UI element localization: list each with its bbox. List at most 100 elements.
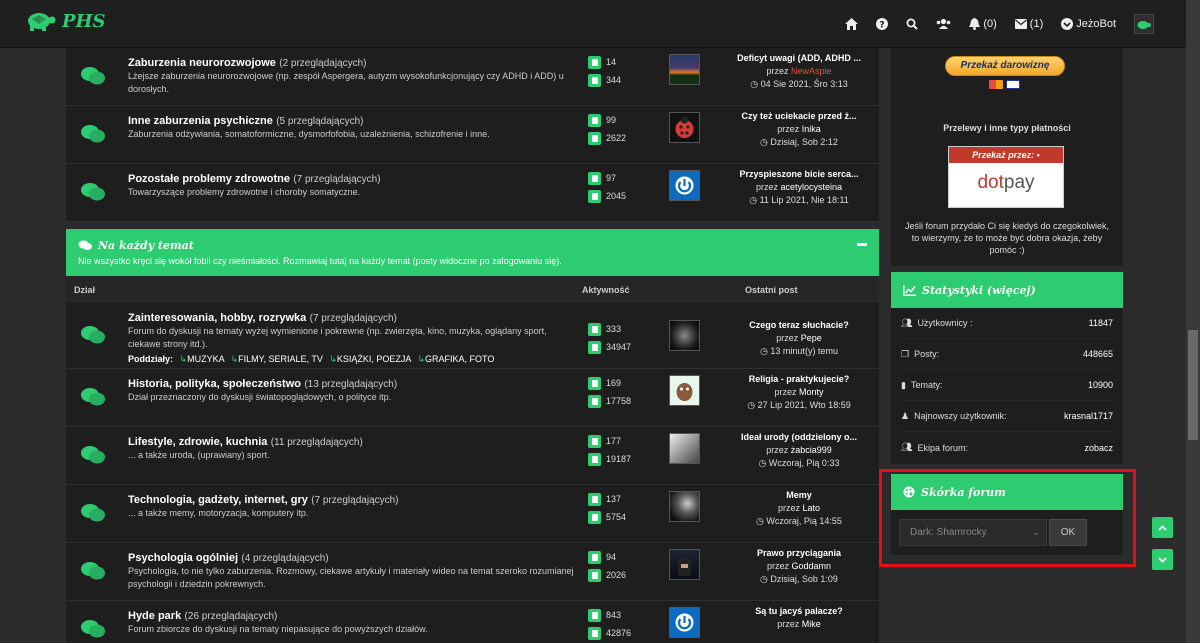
by-label: przez	[766, 445, 789, 455]
by-label: przez	[766, 66, 789, 76]
last-post-author[interactable]: Mike	[802, 619, 821, 629]
last-post-avatar[interactable]	[669, 112, 700, 143]
forum-title[interactable]: Historia, polityka, społeczeństwo	[128, 378, 301, 390]
team-link[interactable]: zobacz	[1084, 443, 1113, 453]
site-logo[interactable]: PHS	[26, 10, 106, 32]
forum-row[interactable]: Inne zaburzenia psychiczne (5 przeglądaj…	[66, 106, 879, 164]
forum-row[interactable]: Historia, polityka, społeczeństwo (13 pr…	[66, 369, 879, 427]
forum-bubbles-icon	[81, 446, 105, 464]
user-plus-icon: ♟	[901, 410, 910, 421]
forum-viewers: (11 przeglądających)	[270, 437, 363, 448]
avatar[interactable]	[1134, 14, 1154, 34]
forum-bubbles-icon	[81, 388, 105, 406]
last-post-avatar[interactable]	[669, 320, 700, 351]
last-post-title[interactable]: Przyspieszone bicie serca...	[708, 168, 890, 181]
last-post-title[interactable]: Są tu jacyś palacze?	[708, 605, 890, 618]
last-post-title[interactable]: Czy też uciekacie przed ż...	[708, 110, 890, 123]
last-post-avatar[interactable]	[669, 170, 700, 201]
envelope-icon	[1014, 19, 1027, 29]
notifications-count: (0)	[983, 18, 997, 30]
forum-row[interactable]: Psychologia ogólniej (4 przeglądających)…	[66, 543, 879, 601]
notifications-link[interactable]: (0)	[969, 18, 997, 30]
subforum-link[interactable]: ↳FILMY, SERIALE, TV	[231, 354, 323, 364]
forum-title[interactable]: Technologia, gadżety, internet, gry	[128, 494, 308, 506]
last-post-title[interactable]: Ideał urody (oddzielony o...	[708, 431, 890, 444]
forum-desc: Forum zbiorcze do dyskusji na tematy nie…	[128, 624, 428, 634]
ladybug-avatar-icon	[675, 116, 694, 138]
subforum-link[interactable]: ↳GRAFIKA, FOTO	[417, 354, 494, 364]
last-post-author[interactable]: Goddamn	[792, 561, 832, 571]
members-link[interactable]	[936, 18, 951, 30]
subforum-link[interactable]: ↳KSIĄŻKI, POEZJA	[329, 354, 411, 364]
forum-viewers: (7 przeglądających)	[309, 313, 397, 324]
scroll-up-button[interactable]	[1152, 517, 1173, 538]
scroll-down-button[interactable]	[1152, 549, 1173, 570]
forum-row[interactable]: Hyde park (26 przeglądających) Forum zbi…	[66, 601, 879, 643]
subforum-link[interactable]: ↳MUZYKA	[180, 354, 225, 364]
donation-panel: Przekaż darowiznę Przelewy i inne typy p…	[891, 48, 1123, 266]
forum-row[interactable]: Lifestyle, zdrowie, kuchnia (11 przegląd…	[66, 427, 879, 485]
forum-row[interactable]: Pozostałe problemy zdrowotne (7 przegląd…	[66, 164, 879, 222]
stats-title: Statystyki (więcej)	[922, 283, 1036, 297]
donate-button[interactable]: Przekaż darowiznę	[945, 56, 1065, 76]
forum-title[interactable]: Inne zaburzenia psychiczne	[128, 115, 273, 127]
last-post-avatar[interactable]	[669, 491, 700, 522]
last-post-title[interactable]: Memy	[708, 489, 890, 502]
forum-row[interactable]: Technologia, gadżety, internet, gry (7 p…	[66, 485, 879, 543]
forum-title[interactable]: Pozostałe problemy zdrowotne	[128, 173, 290, 185]
forum-title[interactable]: Psychologia ogólniej	[128, 552, 238, 564]
category-title[interactable]: Na każdy temat	[98, 239, 194, 252]
sidebar: Przekaż darowiznę Przelewy i inne typy p…	[891, 48, 1123, 266]
last-post-author[interactable]: Inika	[802, 124, 821, 134]
nav-bar: ? (0) (1) JeżoBot	[845, 0, 1154, 48]
page-scrollbar[interactable]	[1186, 0, 1200, 643]
search-link[interactable]	[906, 18, 919, 30]
last-post-author[interactable]: NewAspie	[791, 66, 832, 76]
mastercard-icon	[989, 80, 1003, 89]
last-post-title[interactable]: Religia - praktykujecie?	[708, 373, 890, 386]
forum-stats: 177 19187	[588, 433, 631, 469]
stat-label: Ekipa forum:	[917, 442, 968, 453]
clock-icon: ◷	[750, 79, 759, 89]
scrollbar-thumb[interactable]	[1188, 330, 1198, 440]
newest-user-link[interactable]: krasnal1717	[1064, 411, 1113, 421]
last-post-author[interactable]: żabcia999	[791, 445, 832, 455]
topics-icon	[588, 113, 601, 127]
last-post-author[interactable]: acetylocysteina	[780, 182, 842, 192]
card-logos	[989, 80, 1020, 89]
stat-row: ♟ Najnowszy użytkownik: krasnal1717	[901, 401, 1113, 432]
last-post-author[interactable]: Monty	[799, 387, 824, 397]
last-post-date: Wczoraj, Pią 0:33	[768, 458, 840, 468]
forum-bubbles-icon	[81, 326, 105, 344]
stats-header[interactable]: Statystyki (więcej)	[891, 272, 1123, 308]
last-post-title[interactable]: Prawo przyciągania	[708, 547, 890, 560]
last-post-avatar[interactable]	[669, 433, 700, 464]
dotpay-button[interactable]: Przekaż przez: ▪ dotpay	[948, 146, 1064, 208]
last-post: Deficyt uwagi (ADD, ADHD ... przez NewAs…	[708, 52, 890, 91]
collapse-icon[interactable]	[857, 243, 867, 246]
forum-row[interactable]: Zaburzenia neurorozwojowe (2 przeglądają…	[66, 48, 879, 106]
forum-title[interactable]: Zainteresowania, hobby, rozrywka	[128, 312, 306, 324]
forum-viewers: (4 przeglądających)	[241, 553, 329, 564]
home-link[interactable]	[845, 18, 859, 30]
last-post-title[interactable]: Deficyt uwagi (ADD, ADHD ...	[708, 52, 890, 65]
last-post-avatar[interactable]	[669, 607, 700, 638]
by-label: przez	[777, 124, 800, 134]
messages-link[interactable]: (1)	[1014, 18, 1043, 30]
last-post-author[interactable]: Lato	[803, 503, 821, 513]
forum-title[interactable]: Lifestyle, zdrowie, kuchnia	[128, 436, 267, 448]
user-menu[interactable]: JeżoBot	[1061, 18, 1116, 30]
last-post-avatar[interactable]	[669, 54, 700, 85]
forum-stats: 99 2622	[588, 112, 626, 148]
forum-title[interactable]: Zaburzenia neurorozwojowe	[128, 57, 276, 69]
chevron-down-circle-icon	[1061, 18, 1074, 30]
forum-title[interactable]: Hyde park	[128, 610, 181, 622]
last-post-title[interactable]: Czego teraz słuchacie?	[708, 319, 890, 332]
last-post-avatar[interactable]	[669, 375, 700, 406]
last-post-avatar[interactable]	[669, 549, 700, 580]
forum-row[interactable]: Zainteresowania, hobby, rozrywka (7 prze…	[66, 303, 879, 369]
last-post-author[interactable]: Pepe	[801, 333, 822, 343]
svg-text:?: ?	[880, 21, 885, 31]
posts-icon	[588, 626, 601, 640]
help-link[interactable]: ?	[876, 18, 889, 31]
